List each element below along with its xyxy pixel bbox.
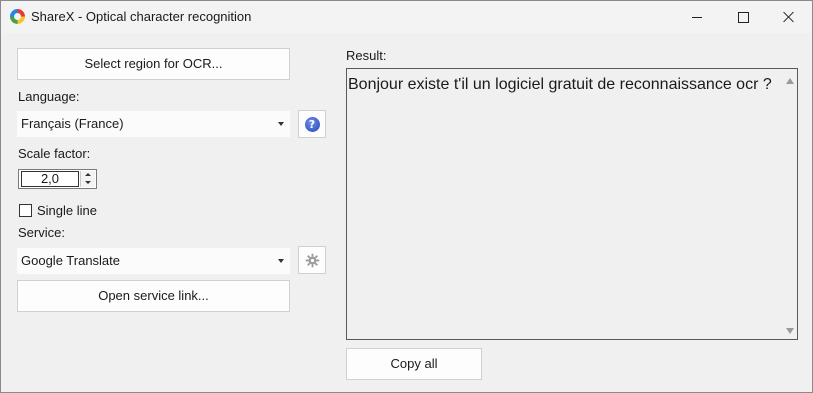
sharex-logo-icon [10,9,25,24]
maximize-icon [737,11,749,23]
stepper-down-icon[interactable] [80,179,95,187]
service-dropdown[interactable]: Google Translate [17,248,290,274]
result-textarea[interactable]: Bonjour existe t'il un logiciel gratuit … [346,68,798,340]
result-label: Result: [346,48,387,63]
help-icon: ? [304,116,320,132]
scroll-up-icon[interactable] [786,78,794,84]
single-line-checkbox[interactable] [19,204,32,217]
scale-factor-value[interactable]: 2,0 [21,171,79,187]
service-value: Google Translate [21,253,121,268]
title-bar[interactable]: ShareX - Optical character recognition [1,1,812,33]
single-line-label[interactable]: Single line [37,203,97,218]
language-label: Language: [18,89,80,104]
close-button[interactable] [766,1,812,33]
scroll-down-icon[interactable] [786,328,794,334]
chevron-down-icon [278,122,284,126]
select-region-button[interactable]: Select region for OCR... [17,48,290,80]
maximize-button[interactable] [720,1,766,33]
help-button[interactable]: ? [298,110,326,138]
service-settings-button[interactable] [298,246,326,274]
chevron-down-icon [278,259,284,263]
result-text[interactable]: Bonjour existe t'il un logiciel gratuit … [348,76,772,94]
copy-all-button[interactable]: Copy all [346,348,482,380]
language-dropdown[interactable]: Français (France) [17,111,290,137]
language-value: Français (France) [21,116,124,131]
window-title: ShareX - Optical character recognition [31,9,252,24]
close-icon [783,11,795,23]
minimize-button[interactable] [674,1,720,33]
scale-factor-label: Scale factor: [18,146,91,161]
ocr-window: ShareX - Optical character recognition S… [0,0,813,393]
minimize-icon [692,16,702,18]
gear-icon [305,253,319,267]
scale-factor-stepper[interactable]: 2,0 [18,169,97,189]
open-service-link-button[interactable]: Open service link... [17,280,290,312]
service-label: Service: [18,225,65,240]
